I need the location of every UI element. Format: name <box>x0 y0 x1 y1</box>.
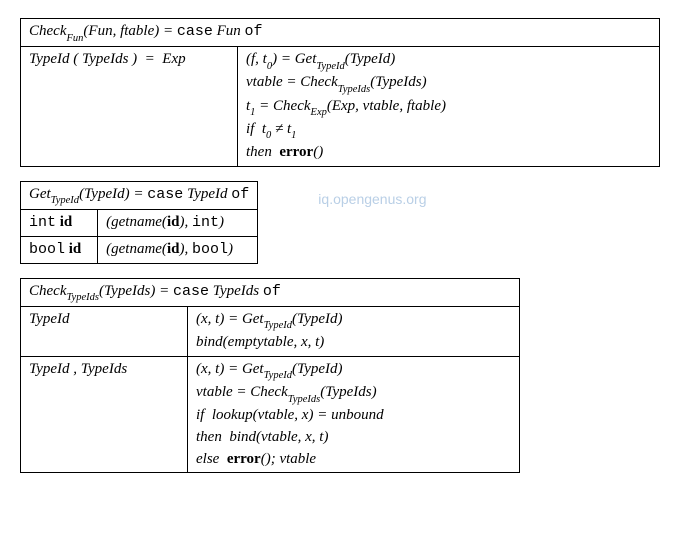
gettypeid-table: GetTypeId(TypeId) = case TypeId of int i… <box>20 181 258 264</box>
checkfun-table: CheckFun(Fun, ftable) = case Fun of Type… <box>20 18 660 167</box>
checkfun-rhs-1: (f, t0) = GetTypeId(TypeId) <box>246 49 651 72</box>
checktypeids-header-text: CheckTypeIds(TypeIds) = case TypeIds of <box>29 283 281 299</box>
checktypeids-rowB-r1: (x, t) = GetTypeId(TypeId) <box>196 359 511 382</box>
checktypeids-rowB-left-text: TypeId , TypeIds <box>29 361 127 377</box>
checktypeids-rowB-r2: vtable = CheckTypeIds(TypeIds) <box>196 382 511 405</box>
checktypeids-rowB-right: (x, t) = GetTypeId(TypeId) vtable = Chec… <box>188 356 520 473</box>
checktypeids-rowB-r5: else error(); vtable <box>196 449 511 471</box>
checktypeids-rowB-left: TypeId , TypeIds <box>21 356 188 473</box>
gettypeid-row2-left: bool id <box>21 236 98 263</box>
gettypeid-row1-left-text: int id <box>29 214 72 230</box>
checktypeids-rowA-r1: (x, t) = GetTypeId(TypeId) <box>196 309 511 332</box>
gettypeid-row2-left-text: bool id <box>29 241 81 257</box>
gettypeid-header-text: GetTypeId(TypeId) = case TypeId of <box>29 186 249 202</box>
checktypeids-table: CheckTypeIds(TypeIds) = case TypeIds of … <box>20 278 520 474</box>
gettypeid-row2-right-text: (getname(id), bool) <box>106 241 233 257</box>
gettypeid-row2-right: (getname(id), bool) <box>98 236 258 263</box>
checktypeids-rowA-left-text: TypeId <box>29 311 70 327</box>
gettypeid-row1-right: (getname(id), int) <box>98 210 258 237</box>
checktypeids-rowB-r4: then bind(vtable, x, t) <box>196 427 511 449</box>
watermark-text: iq.opengenus.org <box>318 191 426 207</box>
checkfun-lhs-text: TypeId ( TypeIds ) = Exp <box>29 51 186 67</box>
checktypeids-rowA-r2: bind(emptytable, x, t) <box>196 332 511 354</box>
checkfun-rhs-5: then error() <box>246 142 651 164</box>
checktypeids-rowA-left: TypeId <box>21 306 188 356</box>
checkfun-lhs: TypeId ( TypeIds ) = Exp <box>21 47 238 167</box>
checkfun-header: CheckFun(Fun, ftable) = case Fun of <box>21 19 660 47</box>
checktypeids-rowA-right: (x, t) = GetTypeId(TypeId) bind(emptytab… <box>188 306 520 356</box>
checktypeids-header: CheckTypeIds(TypeIds) = case TypeIds of <box>21 278 520 306</box>
gettypeid-header: GetTypeId(TypeId) = case TypeId of <box>21 181 258 209</box>
checkfun-rhs: (f, t0) = GetTypeId(TypeId) vtable = Che… <box>238 47 660 167</box>
checkfun-rhs-3: t1 = CheckExp(Exp, vtable, ftable) <box>246 96 651 119</box>
gettypeid-row1-left: int id <box>21 210 98 237</box>
checkfun-rhs-4: if t0 ≠ t1 <box>246 119 651 142</box>
checkfun-rhs-2: vtable = CheckTypeIds(TypeIds) <box>246 72 651 95</box>
gettypeid-row1-right-text: (getname(id), int) <box>106 214 224 230</box>
checkfun-header-text: CheckFun(Fun, ftable) = case Fun of <box>29 23 263 39</box>
checktypeids-rowB-r3: if lookup(vtable, x) = unbound <box>196 405 511 427</box>
